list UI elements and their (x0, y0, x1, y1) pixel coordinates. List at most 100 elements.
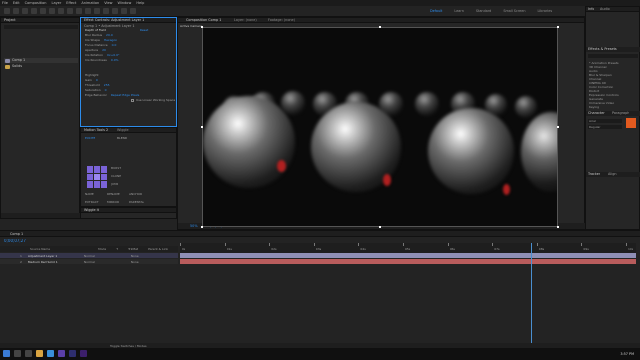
transform-handle[interactable] (379, 26, 381, 28)
anchor-cell[interactable] (94, 173, 100, 181)
audio-tab[interactable]: Audio (600, 7, 610, 11)
layer-name[interactable]: Adjustment Layer 1 (28, 254, 78, 258)
windows-icon[interactable] (3, 350, 10, 357)
motion-label-blend[interactable]: BLEND (117, 136, 127, 140)
transform-handle[interactable] (557, 226, 559, 228)
browser-icon[interactable] (47, 350, 54, 357)
transform-handle[interactable] (201, 26, 203, 28)
param-row[interactable]: Highlight (85, 73, 103, 77)
column-t[interactable]: T (116, 247, 118, 251)
search-icon[interactable] (14, 350, 21, 357)
param-value[interactable]: 20.0 (106, 33, 113, 37)
column-trkmat[interactable]: TrkMat (128, 247, 138, 251)
motion-tools-title[interactable]: Motion Tools 2 (84, 128, 108, 132)
param-value[interactable]: 0.0 (112, 43, 117, 47)
wiggle-panel-title[interactable]: Wiggle it (84, 208, 99, 212)
anchor-cell[interactable] (87, 173, 93, 181)
roto-tool-icon[interactable] (121, 8, 127, 14)
motion-label-mirror[interactable]: MIRROR (107, 200, 119, 204)
anchor-cell[interactable] (101, 173, 107, 181)
transform-handle[interactable] (201, 226, 203, 228)
tab-composition[interactable]: Composition Comp 1 (186, 18, 221, 22)
menu-animation[interactable]: Animation (81, 1, 99, 5)
clone-tool-icon[interactable] (103, 8, 109, 14)
anchor-cell[interactable] (94, 166, 100, 173)
effect-controls-tab[interactable]: Effect Controls: Adjustment Layer 1 (84, 18, 174, 22)
project-item-comp[interactable]: Comp 1 (4, 58, 78, 63)
info-tab[interactable]: Info (588, 7, 594, 11)
effect-header-row[interactable]: Depth of Field Reset (85, 28, 148, 32)
pen-tool-icon[interactable] (76, 8, 82, 14)
transform-handle[interactable] (201, 126, 203, 128)
menu-window[interactable]: Window (118, 1, 132, 5)
media-encoder-icon[interactable] (69, 350, 76, 357)
premiere-icon[interactable] (80, 350, 87, 357)
anchor-cell[interactable] (87, 166, 93, 173)
linear-working-space-row[interactable]: Use Linear Working Space (131, 98, 175, 102)
param-value[interactable]: 0x+0.0° (107, 53, 119, 57)
fill-color-swatch[interactable] (626, 118, 636, 128)
project-item-solids[interactable]: Solids (4, 64, 78, 69)
param-row[interactable]: Blur Radius 20.0 (85, 33, 113, 37)
shape-tool-icon[interactable] (67, 8, 73, 14)
anchor-cell[interactable] (101, 166, 107, 173)
column-source-name[interactable]: Source Name (30, 247, 50, 251)
wiggle-tab[interactable]: Wiggle (117, 128, 129, 132)
linear-working-space-checkbox[interactable] (131, 98, 134, 102)
workspace-standard[interactable]: Standard (476, 9, 491, 13)
param-value[interactable]: 0.0% (111, 58, 119, 62)
menu-layer[interactable]: Layer (52, 1, 62, 5)
zoom-dropdown[interactable]: 50% (190, 224, 198, 228)
layer-parent[interactable]: None (131, 254, 139, 258)
eraser-tool-icon[interactable] (112, 8, 118, 14)
param-value[interactable]: Hexagon (104, 38, 117, 42)
tab-footage[interactable]: Footage: (none) (268, 18, 295, 22)
layer-row[interactable]: 1 Adjustment Layer 1 Normal None (0, 253, 178, 258)
time-ruler[interactable]: 0s 01s 02s 03s 04s 05s 06s 07s 08s 09s 10s (180, 243, 636, 253)
motion-label-name[interactable]: NAME (85, 192, 94, 196)
puppet-tool-icon[interactable] (130, 8, 136, 14)
selection-tool-icon[interactable] (13, 8, 19, 14)
motion-label-anchor[interactable]: ANCHOR (129, 192, 142, 196)
transform-handle[interactable] (557, 26, 559, 28)
motion-label-jump[interactable]: JUMP (111, 182, 118, 186)
motion-label-rename[interactable]: RENAME (107, 192, 120, 196)
param-row[interactable]: Edge Behavior Repeat Edge Pixels (85, 93, 139, 97)
param-row[interactable]: Threshold 255 (85, 83, 110, 87)
param-row[interactable]: Saturation 0 (85, 88, 107, 92)
motion-label-extract[interactable]: EXTRACT (85, 200, 99, 204)
anchor-cell[interactable] (87, 181, 93, 188)
clock[interactable]: 3:57 PM (620, 352, 634, 356)
playhead[interactable] (531, 243, 533, 348)
tab-layer[interactable]: Layer: (none) (234, 18, 257, 22)
layer-mode[interactable]: Normal (84, 254, 95, 258)
param-value[interactable]: 0 (96, 78, 98, 82)
layer-bar-solid[interactable] (180, 259, 636, 264)
motion-label-parental[interactable]: PARENTAL (129, 200, 144, 204)
layer-name[interactable]: Medium Red Solid 1 (28, 260, 78, 264)
workspace-default[interactable]: Default (430, 9, 442, 13)
motion-label-excite[interactable]: EXCITE (85, 136, 95, 140)
workspace-learn[interactable]: Learn (454, 9, 463, 13)
transform-handle[interactable] (379, 226, 381, 228)
param-value[interactable]: 0 (105, 88, 107, 92)
param-row[interactable]: Focus Distance 0.0 (85, 43, 116, 47)
workspace-small-screen[interactable]: Small Screen (503, 9, 525, 13)
param-row[interactable]: Aperture 20 (85, 48, 106, 52)
layer-mode[interactable]: Normal (84, 260, 95, 264)
align-tab[interactable]: Align (608, 172, 617, 176)
param-value[interactable]: Repeat Edge Pixels (111, 93, 140, 97)
project-panel-title[interactable]: Project (4, 18, 16, 22)
font-family-dropdown[interactable]: Arial (588, 119, 622, 123)
param-row[interactable]: Iris Rotation 0x+0.0° (85, 53, 119, 57)
font-style-dropdown[interactable]: Regular (588, 125, 622, 129)
column-parent[interactable]: Parent & Link (148, 247, 168, 251)
type-tool-icon[interactable] (85, 8, 91, 14)
timeline-timecode[interactable]: 0;00;07;27 (4, 239, 26, 243)
menu-file[interactable]: File (2, 1, 8, 5)
effect-category[interactable]: Keying (589, 105, 639, 109)
transform-handle[interactable] (557, 126, 559, 128)
home-icon[interactable] (4, 8, 10, 14)
tracker-tab[interactable]: Tracker (588, 172, 600, 176)
anchor-cell[interactable] (94, 181, 100, 188)
